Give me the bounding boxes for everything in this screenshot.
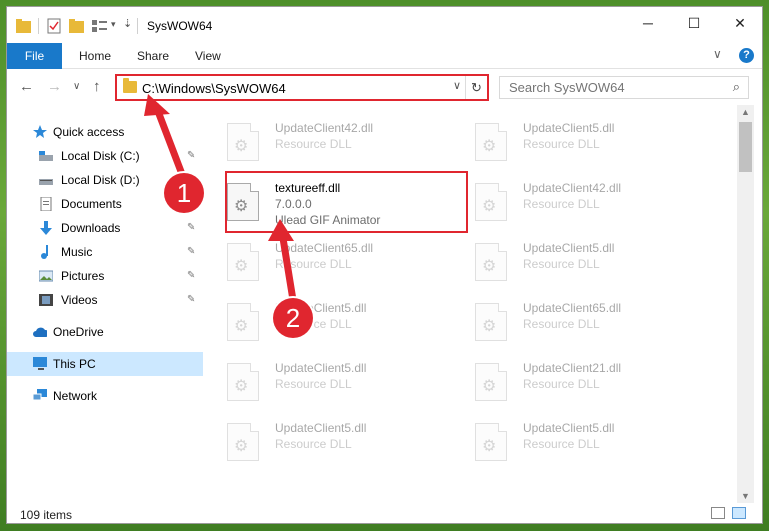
annotation-marker-1: 1 — [164, 173, 204, 213]
arrow-1-shaft — [152, 102, 189, 186]
annotation-arrows — [144, 94, 297, 304]
arrow-1-head — [144, 94, 170, 116]
annotation-marker-2: 2 — [273, 298, 313, 338]
arrow-2-head — [268, 219, 294, 241]
arrow-2-shaft — [278, 228, 297, 304]
